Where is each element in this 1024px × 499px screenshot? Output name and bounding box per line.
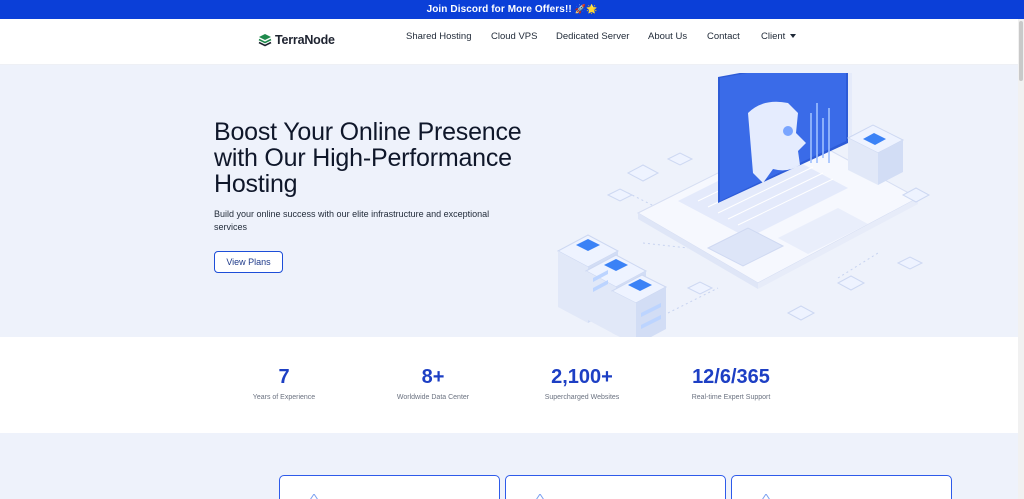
scrollbar-thumb[interactable] bbox=[1019, 21, 1023, 81]
hero-subtitle: Build your online success with our elite… bbox=[214, 209, 490, 232]
page-scrollbar[interactable] bbox=[1018, 19, 1024, 499]
brand-logo[interactable]: TerraNode bbox=[258, 33, 335, 47]
laptop-server-illustration bbox=[556, 73, 931, 337]
caret-down-icon bbox=[790, 34, 797, 38]
stat-support: 12/6/365 Real-time Expert Support bbox=[681, 365, 781, 401]
stat-label: Years of Experience bbox=[252, 394, 316, 401]
plans-section bbox=[0, 433, 1018, 499]
nav-shared-hosting[interactable]: Shared Hosting bbox=[406, 31, 471, 42]
stat-value: 8+ bbox=[421, 366, 445, 388]
stat-label: Supercharged Websites bbox=[544, 394, 620, 401]
nav-client-dropdown[interactable]: Client bbox=[761, 30, 797, 42]
hero-title: Boost Your Online Presence with Our High… bbox=[214, 118, 522, 198]
hero-section: Boost Your Online Presence with Our High… bbox=[0, 65, 1018, 337]
promo-text[interactable]: Join Discord for More Offers!! bbox=[427, 4, 572, 15]
nav-client-label: Client bbox=[761, 30, 786, 42]
plan-icon bbox=[310, 494, 318, 499]
promo-banner[interactable]: Join Discord for More Offers!! 🚀🌟 bbox=[0, 0, 1024, 19]
plan-icon bbox=[762, 494, 770, 499]
nav-about-us[interactable]: About Us bbox=[648, 31, 687, 42]
stats-section: 7 Years of Experience 8+ Worldwide Data … bbox=[0, 337, 1018, 433]
stat-value: 2,100+ bbox=[551, 366, 613, 388]
brand-name: TerraNode bbox=[275, 33, 335, 47]
plan-card[interactable] bbox=[279, 475, 500, 499]
stat-datacenters: 8+ Worldwide Data Center bbox=[383, 365, 483, 401]
stat-label: Worldwide Data Center bbox=[396, 394, 470, 401]
stat-websites: 2,100+ Supercharged Websites bbox=[532, 365, 632, 401]
stat-years: 7 Years of Experience bbox=[234, 365, 334, 401]
stat-value: 12/6/365 bbox=[692, 366, 770, 388]
plan-icon bbox=[536, 494, 544, 499]
plan-card[interactable] bbox=[505, 475, 726, 499]
stat-value: 7 bbox=[278, 366, 290, 388]
nav-cloud-vps[interactable]: Cloud VPS bbox=[491, 31, 537, 42]
nav-dedicated-server[interactable]: Dedicated Server bbox=[556, 31, 629, 42]
layers-logo-icon bbox=[258, 34, 272, 47]
plan-card[interactable] bbox=[731, 475, 952, 499]
stat-label: Real-time Expert Support bbox=[691, 394, 771, 401]
main-navigation: TerraNode Shared Hosting Cloud VPS Dedic… bbox=[0, 19, 1018, 65]
view-plans-button[interactable]: View Plans bbox=[214, 251, 283, 273]
rocket-star-icon: 🚀🌟 bbox=[574, 4, 598, 14]
nav-contact[interactable]: Contact bbox=[707, 31, 740, 42]
